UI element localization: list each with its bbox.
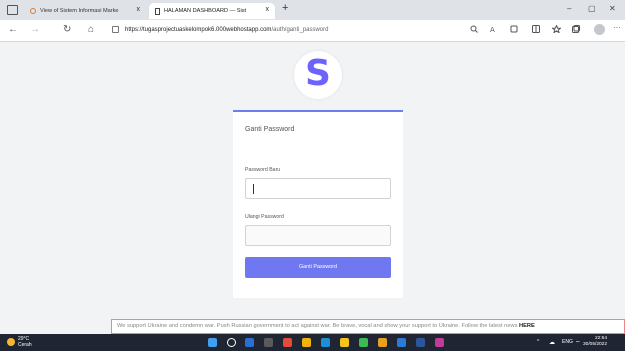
clock-date: 30/05/2022	[583, 342, 608, 347]
banner-text: We support Ukraine and condemn war. Push…	[117, 323, 520, 329]
profile-icon[interactable]	[594, 24, 605, 35]
card-title: Ganti Password	[245, 126, 295, 133]
ganti-password-button[interactable]: Ganti Password	[245, 257, 391, 278]
ukraine-support-banner: We support Ukraine and condemn war. Push…	[111, 319, 625, 334]
wifi-icon[interactable]: ⌔	[575, 339, 581, 347]
home-button[interactable]: ⌂	[88, 24, 94, 35]
word-icon[interactable]	[416, 338, 425, 347]
maximize-button[interactable]: ▢	[588, 4, 596, 13]
browser-tab-bar: View of Sistem Informasi Marke x HALAMAN…	[0, 0, 625, 20]
app-icon[interactable]	[340, 338, 349, 347]
banner-link[interactable]: HERE	[519, 323, 535, 329]
search-icon[interactable]	[470, 25, 478, 33]
url-host: https://tugasprojectuaskelompok6.000webh…	[125, 27, 272, 33]
cloud-icon[interactable]: ☁	[549, 339, 555, 346]
url-path: /auth/ganti_password	[271, 27, 329, 33]
weather-widget[interactable]: 29°C Cerah	[7, 336, 32, 349]
favorites-icon[interactable]	[552, 25, 561, 33]
tab-close-icon[interactable]: x	[266, 6, 270, 13]
url-field[interactable]: https://tugasprojectuaskelompok6.000webh…	[112, 23, 487, 38]
clock[interactable]: 22:54 30/05/2022	[583, 336, 607, 348]
tab-title: View of Sistem Informasi Marke	[40, 8, 119, 14]
close-window-button[interactable]: ✕	[609, 4, 616, 13]
read-aloud-icon[interactable]: A	[490, 25, 499, 33]
weather-temp: 29°C	[18, 336, 30, 342]
collections-icon[interactable]	[572, 25, 580, 33]
tab-actions-icon[interactable]	[7, 5, 18, 15]
chat-icon[interactable]	[245, 338, 254, 347]
confirm-password-label: Ulangi Password	[245, 214, 284, 220]
start-icon[interactable]	[208, 338, 217, 347]
app-icon[interactable]	[283, 338, 292, 347]
tab-title: HALAMAN DASHBOARD — Sist	[164, 8, 247, 14]
split-screen-icon[interactable]	[532, 25, 540, 33]
tab-favicon-icon	[30, 8, 36, 14]
more-icon[interactable]: ···	[613, 23, 621, 32]
forward-button[interactable]: →	[30, 24, 40, 35]
tab-page-icon	[155, 7, 160, 15]
folder-icon[interactable]	[378, 338, 387, 347]
minimize-button[interactable]: –	[567, 4, 571, 13]
reload-button[interactable]: ↻	[63, 24, 71, 35]
chrome-icon[interactable]	[359, 338, 368, 347]
new-password-label: Password Baru	[245, 167, 281, 173]
svg-text:A: A	[490, 26, 495, 33]
extensions-icon[interactable]	[510, 25, 518, 33]
new-password-input[interactable]	[245, 178, 391, 199]
change-password-card: Ganti Password Password Baru Ulangi Pass…	[233, 110, 403, 298]
site-logo: S	[294, 51, 342, 99]
taskbar-search-icon[interactable]	[227, 338, 236, 347]
file-explorer-icon[interactable]	[302, 338, 311, 347]
logo-letter: S	[305, 53, 331, 94]
weather-desc: Cerah	[18, 342, 32, 349]
page-content: S Ganti Password Password Baru Ulangi Pa…	[0, 42, 625, 330]
back-button[interactable]: ←	[8, 24, 18, 35]
tray-chevron-icon[interactable]: ^	[537, 339, 539, 345]
tab-halaman-dashboard[interactable]: HALAMAN DASHBOARD — Sist x	[149, 3, 275, 19]
address-bar-row: ← → ↻ ⌂ https://tugasprojectuaskelompok6…	[0, 20, 625, 42]
windows-taskbar: 29°C Cerah ^ ☁ ENG ⌔ 22:54 30/05/2022	[0, 334, 625, 351]
tab-sistem-informasi[interactable]: View of Sistem Informasi Marke x	[24, 3, 146, 19]
task-view-icon[interactable]	[264, 338, 273, 347]
new-tab-button[interactable]: +	[282, 2, 288, 14]
tab-close-icon[interactable]: x	[137, 6, 141, 13]
text-caret	[253, 184, 254, 194]
confirm-password-input[interactable]	[245, 225, 391, 246]
lock-icon	[112, 25, 119, 33]
language-indicator[interactable]: ENG	[562, 339, 573, 345]
sun-icon	[7, 338, 15, 347]
app-icon[interactable]	[435, 338, 444, 347]
edge-icon[interactable]	[321, 338, 330, 347]
app-icon[interactable]	[397, 338, 406, 347]
